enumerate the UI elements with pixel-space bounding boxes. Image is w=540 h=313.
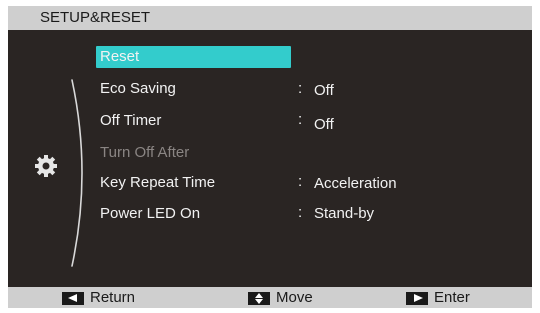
arrow-left-icon <box>62 291 84 305</box>
move-label: Move <box>276 289 313 306</box>
power-led-on-value: Stand-by <box>314 205 375 222</box>
menu-item-label: Eco Saving <box>100 80 176 97</box>
menu-item-key-repeat-time[interactable]: Key Repeat Time <box>96 172 291 194</box>
menu-item-label: Turn Off After <box>100 144 190 161</box>
value-separator: : <box>298 111 303 128</box>
eco-saving-value: Off <box>314 82 334 99</box>
menu-item-turn-off-after: Turn Off After <box>96 142 291 164</box>
menu-item-off-timer[interactable]: Off Timer <box>96 110 291 132</box>
menu-item-power-led-on[interactable]: Power LED On <box>96 203 291 225</box>
scroll-arc-decoration <box>71 79 83 267</box>
move-button[interactable]: Move <box>248 290 313 306</box>
return-button[interactable]: Return <box>62 290 135 306</box>
menu-item-label: Off Timer <box>100 112 162 129</box>
menu-item-label: Power LED On <box>100 205 201 222</box>
enter-label: Enter <box>434 289 470 306</box>
value-separator: : <box>298 204 303 221</box>
key-repeat-time-value: Acceleration <box>314 175 397 192</box>
menu-item-label: Reset <box>100 48 140 65</box>
menu-item-eco-saving[interactable]: Eco Saving <box>96 78 291 100</box>
arrow-right-icon <box>406 291 428 305</box>
value-separator: : <box>298 80 303 97</box>
osd-menu-panel: SETUP&RESET Reset Eco Saving : Off Off T… <box>8 6 532 308</box>
title-bar: SETUP&RESET <box>8 6 532 30</box>
value-separator: : <box>298 173 303 190</box>
gear-icon <box>35 155 57 177</box>
arrow-up-down-icon <box>248 291 270 305</box>
menu-item-reset[interactable]: Reset <box>96 46 291 68</box>
enter-button[interactable]: Enter <box>406 290 470 306</box>
footer-bar: Return Move Enter <box>8 287 532 308</box>
return-label: Return <box>90 289 136 306</box>
off-timer-value: Off <box>314 116 334 133</box>
menu-item-label: Key Repeat Time <box>100 174 216 191</box>
menu-title: SETUP&RESET <box>40 9 151 26</box>
